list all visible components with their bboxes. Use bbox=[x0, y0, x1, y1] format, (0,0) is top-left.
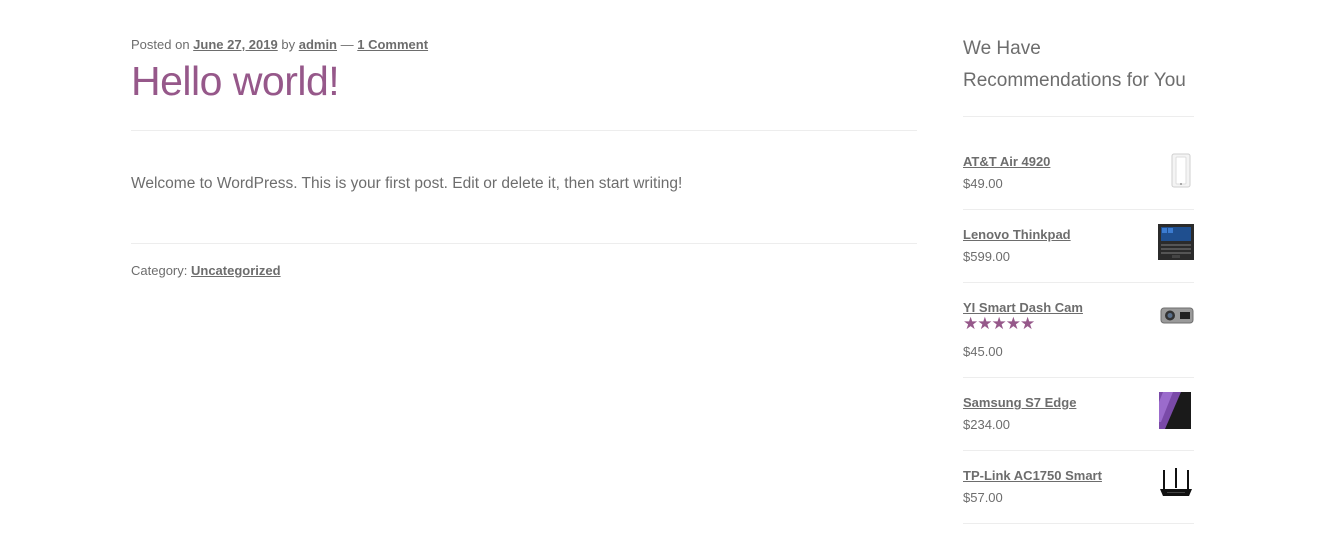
comments-link[interactable]: 1 Comment bbox=[357, 37, 428, 52]
meta-separator: — bbox=[340, 37, 354, 52]
star-rating: ★★★★★ bbox=[963, 314, 1035, 333]
product-item: Lenovo Thinkpad $599.00 bbox=[963, 224, 1194, 283]
product-name-link[interactable]: Lenovo Thinkpad bbox=[963, 227, 1071, 242]
laptop-icon[interactable] bbox=[1158, 224, 1194, 260]
divider bbox=[963, 377, 1194, 378]
product-price: $49.00 bbox=[963, 176, 1003, 191]
product-item: YI Smart Dash Cam ★★★★★ $45.00 bbox=[963, 300, 1194, 370]
product-price: $57.00 bbox=[963, 490, 1003, 505]
divider bbox=[963, 116, 1194, 117]
by-label: by bbox=[281, 37, 296, 52]
dash-cam-icon[interactable] bbox=[1160, 304, 1194, 326]
widget-title: We Have Recommendations for You bbox=[963, 38, 1186, 91]
product-item: Samsung S7 Edge $234.00 bbox=[963, 392, 1194, 451]
category-link[interactable]: Uncategorized bbox=[191, 263, 281, 278]
product-item: TP-Link AC1750 Smart $57.00 bbox=[963, 468, 1194, 524]
product-name-link[interactable]: AT&T Air 4920 bbox=[963, 154, 1050, 169]
product-price: $234.00 bbox=[963, 417, 1010, 432]
category-label: Category: bbox=[131, 263, 188, 278]
divider bbox=[131, 130, 917, 131]
product-item: AT&T Air 4920 $49.00 bbox=[963, 153, 1194, 210]
wifi-router-icon[interactable] bbox=[1159, 468, 1193, 498]
product-price: $45.00 bbox=[963, 344, 1003, 359]
product-name-link[interactable]: TP-Link AC1750 Smart bbox=[963, 468, 1102, 483]
post-content: Welcome to WordPress. This is your first… bbox=[131, 175, 683, 192]
product-price: $599.00 bbox=[963, 249, 1010, 264]
product-name-link[interactable]: Samsung S7 Edge bbox=[963, 395, 1076, 410]
post-meta: Posted on June 27, 2019 by admin — 1 Com… bbox=[131, 37, 428, 52]
divider bbox=[963, 450, 1194, 451]
post-category: Category: Uncategorized bbox=[131, 263, 281, 278]
post-title: Hello world! bbox=[131, 58, 340, 104]
author-link[interactable]: admin bbox=[299, 37, 337, 52]
router-tower-icon[interactable] bbox=[1168, 153, 1194, 189]
divider bbox=[963, 282, 1194, 283]
divider bbox=[963, 209, 1194, 210]
divider bbox=[963, 523, 1194, 524]
posted-on-label: Posted on bbox=[131, 37, 190, 52]
divider bbox=[131, 243, 917, 244]
phone-icon[interactable] bbox=[1159, 392, 1191, 429]
product-name-link[interactable]: YI Smart Dash Cam bbox=[963, 300, 1083, 315]
post-date-link[interactable]: June 27, 2019 bbox=[193, 37, 278, 52]
